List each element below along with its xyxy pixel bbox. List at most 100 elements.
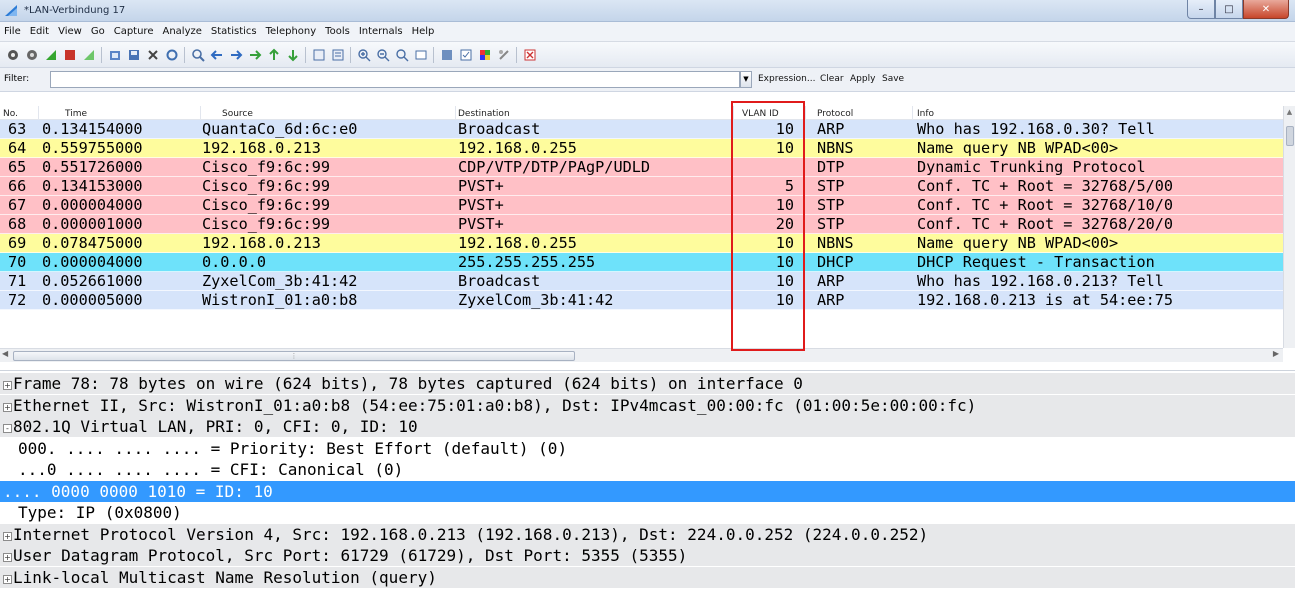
column-divider[interactable] (455, 106, 456, 120)
expand-icon[interactable]: + (3, 553, 12, 562)
window-title: *LAN-Verbindung 17 (24, 5, 126, 16)
coloring-rules-icon[interactable] (478, 48, 492, 62)
packet-row[interactable]: 68 0.000001000 Cisco_f9:6c:99 PVST+ 20 STP Con… (0, 215, 1283, 234)
go-forward-icon[interactable] (229, 48, 243, 62)
detail-row[interactable]: ...0 .... .... .... = CFI: Canonical (0) (0, 459, 1295, 480)
auto-scroll-icon[interactable] (331, 48, 345, 62)
packet-row[interactable]: 63 0.134154000 QuantaCo_6d:6c:e0 Broadcast 1… (0, 120, 1283, 139)
packet-source: WistronI_01:a0:b8 (202, 291, 358, 309)
packet-row[interactable]: 64 0.559755000 192.168.0.213 192.168.0.255 1… (0, 139, 1283, 158)
packet-row[interactable]: 70 0.000004000 0.0.0.0 255.255.255.255 10 DHC… (0, 253, 1283, 272)
detail-row[interactable]: Type: IP (0x0800) (0, 502, 1295, 523)
clear-button[interactable]: Clear (820, 74, 844, 84)
packet-source: Cisco_f9:6c:99 (202, 196, 331, 214)
detail-row[interactable]: + Link-local Multicast Name Resolution (q… (0, 566, 1295, 588)
menu-capture[interactable]: Capture (114, 26, 154, 37)
packet-destination: PVST+ (458, 177, 504, 195)
column-divider[interactable] (805, 106, 806, 120)
packet-time: 0.551726000 (42, 158, 143, 176)
detail-row[interactable]: + Internet Protocol Version 4, Src: 192.1… (0, 523, 1295, 545)
packet-row[interactable]: 69 0.078475000 192.168.0.213 192.168.0.255 1… (0, 234, 1283, 253)
packet-info: 192.168.0.213 is at 54:ee:75 (917, 291, 1174, 309)
expand-icon[interactable]: + (3, 402, 12, 412)
minimize-button[interactable]: – (1187, 0, 1215, 19)
expand-icon[interactable]: + (3, 574, 12, 584)
menu-go[interactable]: Go (91, 26, 105, 37)
packet-destination: 255.255.255.255 (458, 253, 596, 271)
scroll-thumb[interactable]: ⋮ (13, 351, 575, 361)
maximize-button[interactable]: □ (1215, 0, 1243, 19)
packet-protocol: NBNS (817, 139, 854, 157)
interfaces-icon[interactable] (6, 48, 20, 62)
filter-label: Filter: (4, 74, 30, 84)
menu-file[interactable]: File (4, 26, 21, 37)
open-file-icon[interactable] (108, 48, 122, 62)
detail-row[interactable]: + Frame 78: 78 bytes on wire (624 bits), … (0, 373, 1295, 394)
packet-list-vertical-scrollbar[interactable]: ▲ (1283, 106, 1295, 348)
find-packet-icon[interactable] (191, 48, 205, 62)
menu-tools[interactable]: Tools (325, 26, 350, 37)
resize-columns-icon[interactable] (414, 48, 428, 62)
packet-vlan-id: 10 (775, 234, 794, 252)
zoom-out-icon[interactable] (376, 48, 390, 62)
expand-icon[interactable]: + (3, 531, 12, 541)
title-bar: *LAN-Verbindung 17 – □ ✕ (0, 0, 1295, 22)
collapse-icon[interactable]: - (3, 424, 12, 433)
scroll-left-icon[interactable]: ◀ (2, 349, 8, 358)
start-capture-icon[interactable] (44, 48, 58, 62)
detail-text: Link-local Multicast Name Resolution (qu… (13, 567, 437, 587)
column-divider[interactable] (733, 106, 734, 120)
close-file-icon[interactable] (146, 48, 160, 62)
scroll-right-icon[interactable]: ▶ (1273, 349, 1279, 358)
stop-capture-icon[interactable] (63, 48, 77, 62)
save-button[interactable]: Save (882, 74, 904, 84)
menu-telephony[interactable]: Telephony (266, 26, 317, 37)
display-filters-icon[interactable] (459, 48, 473, 62)
column-divider[interactable] (912, 106, 913, 120)
detail-row[interactable]: -802.1Q Virtual LAN, PRI: 0, CFI: 0, ID:… (0, 416, 1295, 437)
detail-row[interactable]: 000. .... .... .... = Priority: Best Eff… (0, 438, 1295, 459)
packet-row[interactable]: 66 0.134153000 Cisco_f9:6c:99 PVST+ 5 STP Conf… (0, 177, 1283, 196)
detail-row[interactable]: + User Datagram Protocol, Src Port: 61729… (0, 545, 1295, 566)
column-divider[interactable] (38, 106, 39, 120)
capture-filters-icon[interactable] (440, 48, 454, 62)
options-icon[interactable] (25, 48, 39, 62)
restart-capture-icon[interactable] (82, 48, 96, 62)
preferences-icon[interactable] (497, 48, 511, 62)
filter-dropdown-icon[interactable]: ▼ (740, 71, 752, 88)
packet-row[interactable]: 67 0.000004000 Cisco_f9:6c:99 PVST+ 10 STP Con… (0, 196, 1283, 215)
expression-button[interactable]: Expression... (758, 74, 815, 84)
go-to-packet-icon[interactable] (248, 48, 262, 62)
colorize-icon[interactable] (312, 48, 326, 62)
reload-icon[interactable] (165, 48, 179, 62)
save-file-icon[interactable] (127, 48, 141, 62)
last-packet-icon[interactable] (286, 48, 300, 62)
normal-size-icon[interactable] (395, 48, 409, 62)
first-packet-icon[interactable] (267, 48, 281, 62)
menu-help[interactable]: Help (412, 26, 435, 37)
packet-row[interactable]: 72 0.000005000 WistronI_01:a0:b8 ZyxelCom_3… (0, 291, 1283, 310)
detail-text: Frame 78: 78 bytes on wire (624 bits), 7… (13, 374, 803, 393)
menu-edit[interactable]: Edit (30, 26, 49, 37)
packet-row[interactable]: 71 0.052661000 ZyxelCom_3b:41:42 Broadcast 1… (0, 272, 1283, 291)
packet-row[interactable]: 65 0.551726000 Cisco_f9:6c:99 CDP/VTP/DTP/P… (0, 158, 1283, 177)
packet-list-horizontal-scrollbar[interactable]: ◀ ⋮ ▶ (0, 348, 1283, 362)
menu-view[interactable]: View (58, 26, 82, 37)
packet-info: Who has 192.168.0.213? Tell (917, 272, 1164, 290)
filter-input[interactable] (50, 71, 740, 88)
zoom-in-icon[interactable] (357, 48, 371, 62)
menu-statistics[interactable]: Statistics (211, 26, 257, 37)
go-back-icon[interactable] (210, 48, 224, 62)
expand-icon[interactable]: + (3, 381, 12, 390)
close-button[interactable]: ✕ (1243, 0, 1289, 19)
detail-row[interactable]: + Ethernet II, Src: WistronI_01:a0:b8 (54… (0, 394, 1295, 416)
help-icon[interactable] (523, 48, 537, 62)
detail-text: Type: IP (0x0800) (18, 503, 182, 522)
column-divider[interactable] (200, 106, 201, 120)
scroll-up-icon[interactable]: ▲ (1284, 106, 1295, 118)
apply-button[interactable]: Apply (850, 74, 875, 84)
menu-analyze[interactable]: Analyze (162, 26, 201, 37)
menu-internals[interactable]: Internals (359, 26, 403, 37)
scroll-thumb[interactable] (1286, 126, 1294, 146)
detail-row[interactable]: .... 0000 0000 1010 = ID: 10 (0, 480, 1295, 502)
